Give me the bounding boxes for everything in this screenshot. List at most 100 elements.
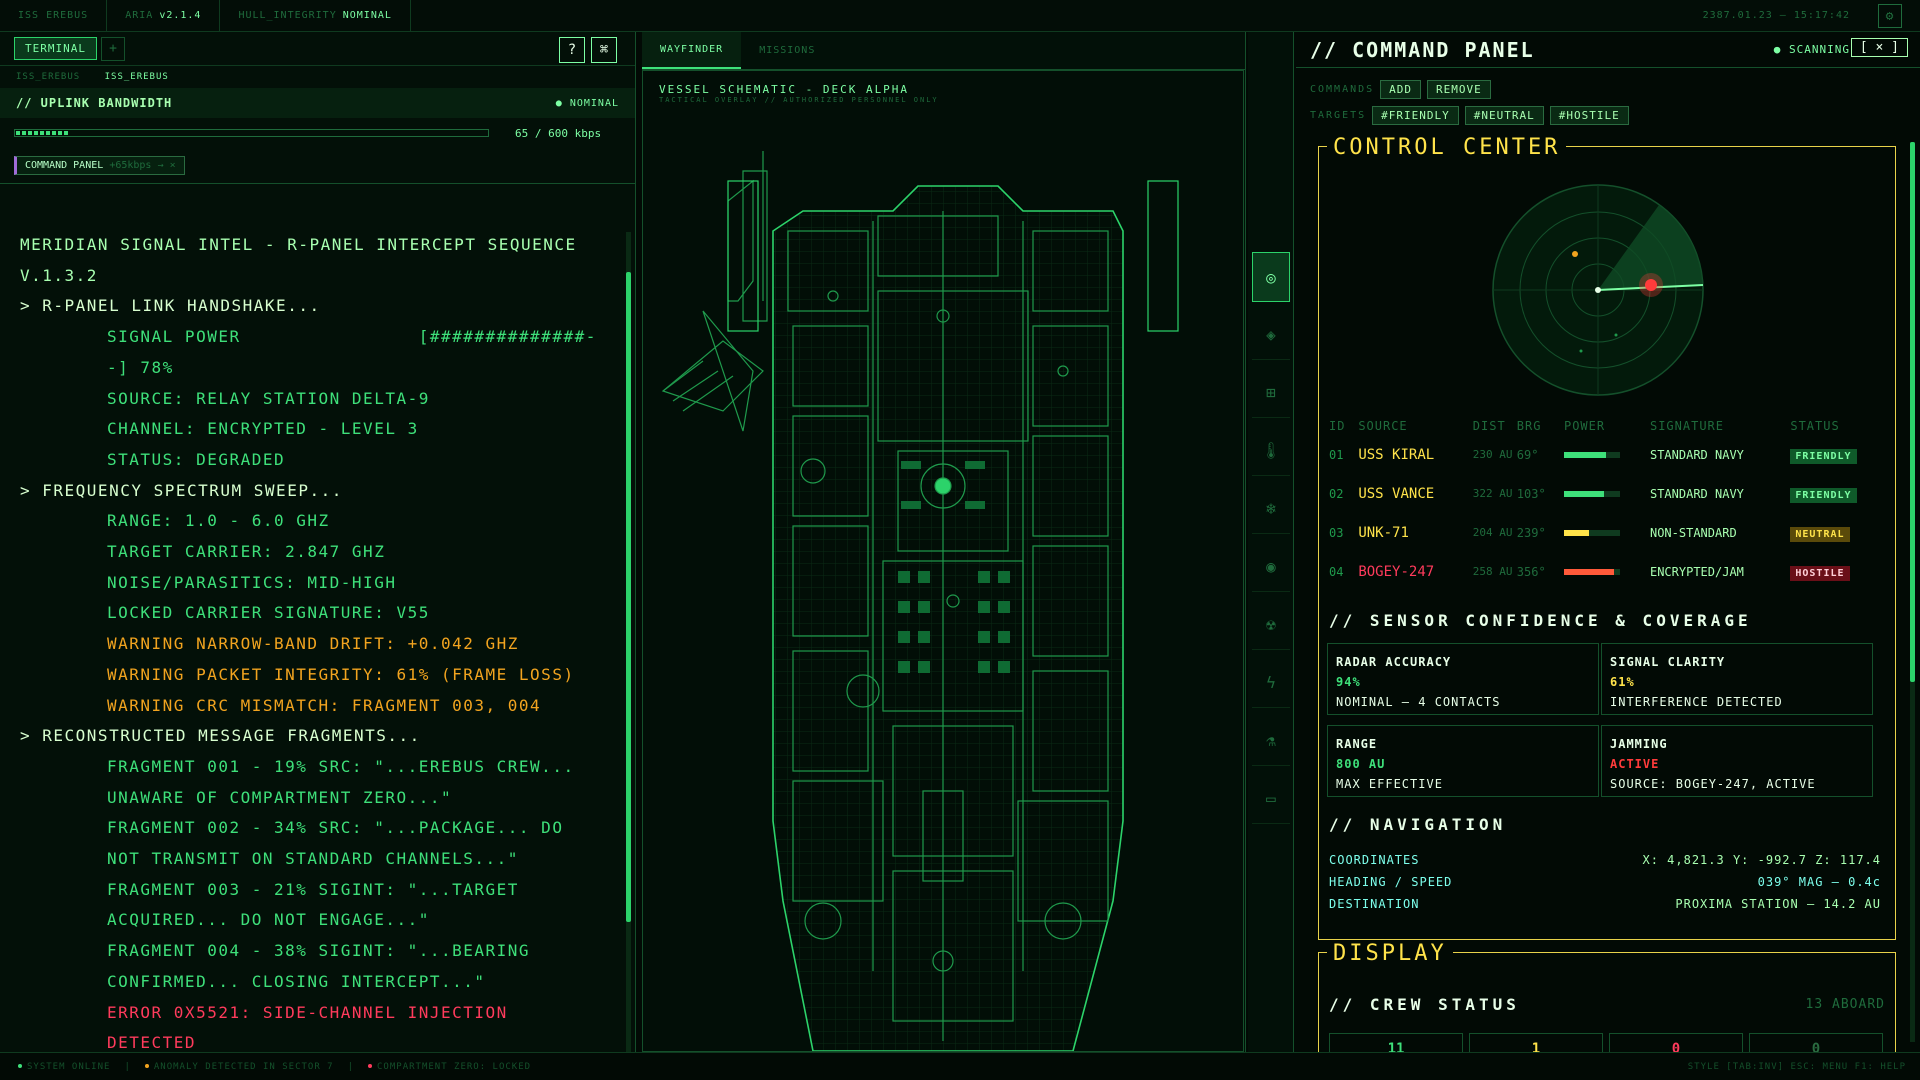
crew-status-title: // CREW STATUS — [1329, 995, 1520, 1014]
log-line: > R-PANEL LINK HANDSHAKE... — [20, 296, 321, 316]
contact-id: 03 — [1329, 525, 1344, 540]
contact-power — [1562, 474, 1648, 513]
table-header-row: ID SOURCE DIST BRG POWER SIGNATURE STATU… — [1329, 419, 1840, 433]
snowflake-icon[interactable]: ❄ — [1252, 484, 1290, 534]
chip-close-icon[interactable]: × — [170, 160, 176, 171]
uplink-title: // UPLINK BANDWIDTH — [16, 96, 173, 110]
metric-card: RADAR ACCURACY 94% NOMINAL — 4 CONTACTS — [1327, 643, 1599, 715]
bandwidth-fill — [16, 131, 69, 135]
navigation-section-title: // NAVIGATION — [1329, 815, 1507, 834]
metric-label: RADAR ACCURACY — [1336, 655, 1452, 669]
contact-signature: STANDARD NAVY — [1649, 447, 1744, 462]
terminal-panel: TERMINAL + ? ⌘ ISS_EREBUS ISS_EREBUS // … — [0, 32, 636, 1076]
clock: 2387.01.23 — 15:17:42 — [1702, 10, 1850, 21]
metric-label: SIGNAL CLARITY — [1610, 655, 1726, 669]
scroll-thumb[interactable] — [626, 272, 631, 922]
tag-neutral[interactable]: #NEUTRAL — [1464, 105, 1544, 125]
power-bar — [1563, 490, 1620, 497]
close-panel-button[interactable]: [ × ] — [1850, 38, 1908, 57]
nav-key: COORDINATES — [1329, 853, 1420, 867]
contact-signature: NON-STANDARD — [1649, 525, 1737, 540]
bolt-icon[interactable]: ϟ — [1252, 658, 1290, 708]
radar-scope — [1492, 184, 1704, 396]
uplink-header: // UPLINK BANDWIDTH ● NOMINAL — [0, 88, 635, 118]
contact-distance: 204 AU — [1472, 526, 1513, 539]
metric-card: SIGNAL CLARITY 61% INTERFERENCE DETECTED — [1601, 643, 1873, 715]
ship-schematic-graphic — [661, 151, 1179, 1052]
log-line: MERIDIAN SIGNAL INTEL - R-PANEL INTERCEP… — [20, 235, 588, 285]
control-center-title: CONTROL CENTER — [1327, 135, 1567, 160]
breadcrumb-item-active[interactable]: ISS_EREBUS — [105, 72, 169, 82]
contact-row[interactable]: 03 UNK-71 204 AU 239° NON-STANDARD NEUTRAL — [1327, 513, 1889, 552]
command-panel-chip[interactable]: COMMAND PANEL +65kbps → × — [14, 156, 185, 175]
status-badge: HOSTILE — [1790, 565, 1850, 581]
log-line: FRAGMENT 002 - 34% SRC: "...PACKAGE... D… — [107, 818, 575, 869]
ship-name: ISS EREBUS — [0, 0, 108, 32]
status-separator: | — [347, 1061, 355, 1072]
flask-icon[interactable]: ⚗ — [1252, 716, 1290, 766]
breadcrumb-item[interactable]: ISS_EREBUS — [16, 72, 80, 82]
log-line: WARNING NARROW-BAND DRIFT: +0.042 GHZ — [107, 634, 519, 654]
contact-source: BOGEY-247 — [1358, 563, 1435, 580]
terminal-scrollbar[interactable] — [626, 232, 631, 1072]
metric-value: 94% — [1336, 675, 1361, 689]
tab-terminal[interactable]: TERMINAL — [14, 37, 97, 60]
contact-row[interactable]: 01 USS KIRAL 230 AU 69° STANDARD NAVY FRIENDL… — [1327, 435, 1889, 474]
radiation-icon[interactable]: ☢ — [1252, 600, 1290, 650]
status-item: ANOMALY DETECTED IN SECTOR 7 | — [144, 1061, 355, 1072]
targets-row: TARGETS #FRIENDLY #NEUTRAL #HOSTILE — [1296, 102, 1920, 128]
status-bar: SYSTEM ONLINE | ANOMALY DETECTED IN SECTOR… — [0, 1052, 1920, 1080]
contact-row[interactable]: 02 USS VANCE 322 AU 103° STANDARD NAVY FRIEND… — [1327, 474, 1889, 513]
bandwidth-value: 65 / 600 kbps — [515, 126, 602, 140]
metric-label: JAMMING — [1610, 737, 1668, 751]
tab-missions[interactable]: MISSIONS — [741, 32, 833, 69]
chip-row: COMMAND PANEL +65kbps → × — [0, 148, 635, 184]
metric-note: INTERFERENCE DETECTED — [1610, 695, 1783, 709]
thermometer-icon[interactable]: 🌡 — [1252, 426, 1290, 476]
wayfinder-panel: WAYFINDER MISSIONS VESSEL SCHEMATIC - DE… — [642, 32, 1246, 1052]
status-dot-icon — [144, 1064, 149, 1068]
metric-value: 800 AU — [1336, 757, 1386, 771]
control-center: CONTROL CENTER ID SOURCE DIST BRG POWER — [1318, 135, 1896, 940]
log-line: FRAGMENT 001 - 19% SRC: "...EREBUS CREW.… — [107, 756, 586, 807]
nav-row: DESTINATION PROXIMA STATION — 14.2 AU — [1329, 897, 1881, 911]
uplink-status: ● NOMINAL — [555, 97, 619, 109]
contact-row[interactable]: 04 BOGEY-247 258 AU 356° ENCRYPTED/JAM HOSTIL… — [1327, 552, 1889, 591]
metric-note: SOURCE: BOGEY-247, ACTIVE — [1610, 777, 1816, 791]
status-separator: | — [124, 1061, 131, 1072]
help-button[interactable]: ? — [559, 37, 585, 63]
status-dot-icon — [368, 1064, 373, 1068]
right-scroll-thumb[interactable] — [1910, 142, 1915, 682]
contact-power — [1562, 513, 1648, 552]
tag-hostile[interactable]: #HOSTILE — [1549, 105, 1629, 125]
command-panel-title: // COMMAND PANEL — [1310, 37, 1535, 62]
tab-wayfinder[interactable]: WAYFINDER — [642, 32, 742, 69]
add-button[interactable]: ADD — [1380, 79, 1422, 99]
radar-icon[interactable]: ◎ — [1252, 252, 1290, 302]
log-line: RANGE: 1.0 - 6.0 GHZ — [107, 511, 330, 531]
cpu-icon[interactable]: ⊞ — [1252, 368, 1290, 418]
right-scrollbar[interactable] — [1910, 142, 1915, 1042]
log-line: LOCKED CARRIER SIGNATURE: V55 — [107, 603, 430, 623]
contact-status: NEUTRAL — [1788, 513, 1889, 552]
contact-id: 02 — [1329, 486, 1344, 501]
waypoint-icon[interactable]: ◈ — [1252, 310, 1290, 360]
add-tab-button[interactable]: + — [100, 36, 125, 61]
log-line: > RECONSTRUCTED MESSAGE FRAGMENTS... — [20, 726, 421, 746]
metric-value: 61% — [1610, 675, 1635, 689]
log-line: CHANNEL: ENCRYPTED - LEVEL 3 — [107, 419, 419, 439]
tag-friendly[interactable]: #FRIENDLY — [1372, 105, 1459, 125]
metric-label: RANGE — [1336, 737, 1378, 751]
contact-distance: 322 AU — [1472, 487, 1513, 500]
status-item: COMPARTMENT ZERO: LOCKED — [368, 1062, 531, 1072]
folder-icon[interactable]: ▭ — [1252, 774, 1290, 824]
bandwidth-bar — [14, 129, 489, 137]
contact-power — [1562, 435, 1648, 474]
log-line: > FREQUENCY SPECTRUM SWEEP... — [20, 480, 343, 500]
contact-bearing: 356° — [1516, 564, 1546, 579]
remove-button[interactable]: REMOVE — [1427, 79, 1491, 99]
settings-gear-icon[interactable]: ⚙ — [1878, 4, 1902, 28]
command-key-button[interactable]: ⌘ — [591, 37, 617, 63]
target-icon[interactable]: ◉ — [1252, 542, 1290, 592]
status-dot-icon — [18, 1064, 22, 1068]
